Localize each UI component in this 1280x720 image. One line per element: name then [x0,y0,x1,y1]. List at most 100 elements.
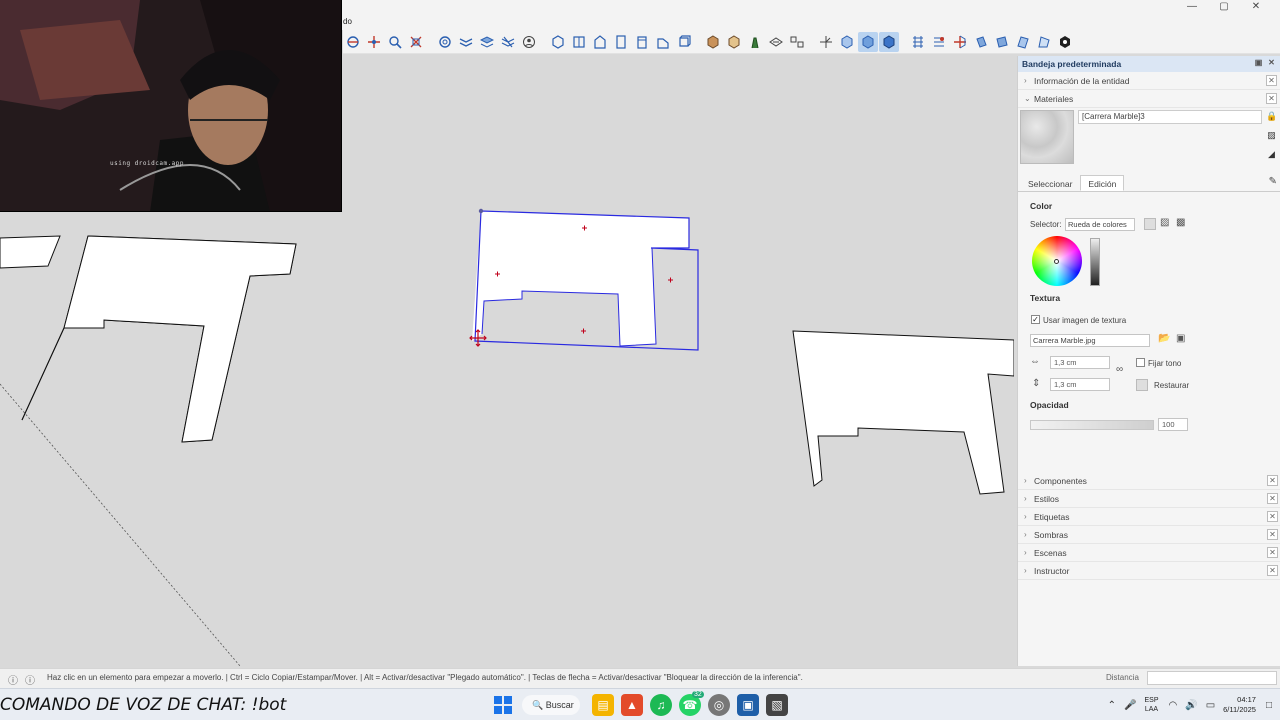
hidden-line-icon[interactable] [908,32,928,52]
minimize-button[interactable]: — [1176,0,1208,14]
back-view-icon[interactable] [632,32,652,52]
battery-icon[interactable]: ▭ [1206,700,1215,711]
match-screen-color-icon[interactable]: ▩ [1176,217,1185,228]
shadow-icon[interactable] [498,32,518,52]
orbit-icon[interactable] [343,32,363,52]
panel-shadows[interactable]: › Sombras ✕ [1018,526,1280,544]
tab-select[interactable]: Seleccionar [1020,175,1080,191]
close-icon[interactable]: ✕ [1267,529,1278,540]
match-model-color-icon[interactable]: ▨ [1160,217,1169,228]
brave-browser-icon[interactable]: ▲ [621,694,643,716]
right-view-icon[interactable] [611,32,631,52]
fix-tone-checkbox[interactable] [1136,358,1145,367]
follow-icon[interactable] [816,32,836,52]
person-icon[interactable] [519,32,539,52]
spotify-icon[interactable]: ♫ [650,694,672,716]
display-secondary-icon[interactable]: ◢ [1266,149,1277,160]
restore-button[interactable]: Restaurar [1154,381,1189,390]
tray-close-icon[interactable]: ✕ [1267,58,1276,68]
fog-icon[interactable] [1013,32,1033,52]
close-button[interactable]: ✕ [1240,0,1272,14]
iso-view-icon[interactable] [548,32,568,52]
volume-icon[interactable]: 🔊 [1185,700,1197,711]
pan-icon[interactable] [364,32,384,52]
use-texture-checkbox[interactable]: ✓ [1031,315,1040,324]
layout-app-icon[interactable]: ▧ [766,694,788,716]
measurements-input[interactable] [1147,671,1277,685]
texture-width-field[interactable]: 1,3 cm [1050,356,1110,369]
close-icon[interactable]: ✕ [1267,565,1278,576]
section-icon[interactable] [435,32,455,52]
browse-folder-icon[interactable]: 📂 [1158,333,1170,344]
monochrome-icon[interactable] [971,32,991,52]
zoom-icon[interactable] [385,32,405,52]
close-icon[interactable]: ✕ [1267,547,1278,558]
close-icon[interactable]: ✕ [1267,475,1278,486]
restore-swatch[interactable] [1136,379,1148,391]
textured-icon[interactable] [950,32,970,52]
material-icon[interactable] [745,32,765,52]
sections-fill-icon[interactable] [992,32,1012,52]
eyedropper-icon[interactable]: ✎ [1269,176,1277,187]
selected-countertop-shape[interactable] [472,211,689,346]
opacity-slider[interactable] [1030,420,1154,430]
close-icon[interactable]: ✕ [1267,511,1278,522]
obs-icon[interactable]: ◎ [708,694,730,716]
material-name-field[interactable]: [Carrera Marble]3 [1078,110,1262,124]
close-icon[interactable]: ✕ [1267,493,1278,504]
panel-components[interactable]: › Componentes ✕ [1018,472,1280,490]
close-icon[interactable]: ✕ [1266,75,1277,86]
panel-scenes[interactable]: › Escenas ✕ [1018,544,1280,562]
start-button[interactable] [492,694,514,716]
styles-icon[interactable] [456,32,476,52]
wireframe-icon[interactable] [879,31,899,52]
close-icon[interactable]: ✕ [1266,93,1277,104]
top-view-icon[interactable] [569,32,589,52]
left-view-icon[interactable] [653,32,673,52]
language-indicator[interactable]: ESP LAA [1144,696,1158,714]
panel-instructor[interactable]: › Instructor ✕ [1018,562,1280,580]
paint-icon[interactable] [724,32,744,52]
color-swatch[interactable] [1144,218,1156,230]
pin-icon[interactable]: ▣ [1254,58,1263,68]
shaded-icon[interactable] [929,32,949,52]
front-view-icon[interactable] [590,32,610,52]
edit-texture-icon[interactable]: ▣ [1176,333,1185,344]
sandbox-icon[interactable] [766,32,786,52]
material-thumbnail[interactable] [1020,110,1074,164]
file-explorer-icon[interactable]: ▤ [592,694,614,716]
countertop-shape-left-partial[interactable] [0,235,61,269]
texture-height-field[interactable]: 1,3 cm [1050,378,1110,391]
clock[interactable]: 04:17 6/11/2025 [1223,695,1256,715]
edges-icon[interactable] [1034,32,1054,52]
color-wheel-handle[interactable] [1054,259,1059,264]
box-icon[interactable] [674,32,694,52]
panel-materials[interactable]: ⌄ Materiales ✕ [1018,90,1280,108]
panel-styles[interactable]: › Estilos ✕ [1018,490,1280,508]
geolocation-icon[interactable]: ⓘ [8,672,18,687]
menu-fragment[interactable]: do [343,17,352,26]
zoom-extents-icon[interactable] [406,32,426,52]
xray-icon[interactable] [837,32,857,52]
layers-icon[interactable] [477,32,497,52]
brightness-slider[interactable] [1090,238,1100,286]
lock-icon[interactable]: 🔒 [1266,111,1277,122]
panel-tags[interactable]: › Etiquetas ✕ [1018,508,1280,526]
opacity-field[interactable]: 100 [1158,418,1188,431]
tab-edit[interactable]: Edición [1080,175,1125,191]
vertex-grip[interactable] [478,208,484,214]
back-edges-icon[interactable] [858,31,878,52]
notifications-icon[interactable]: □ [1266,700,1272,711]
taskbar-search[interactable]: 🔍 Buscar [522,695,580,715]
texture-file-field[interactable]: Carrera Marble.jpg [1030,334,1150,347]
component-icon[interactable] [703,32,723,52]
chevron-up-icon[interactable]: ⌃ [1108,700,1116,711]
microphone-icon[interactable]: 🎤 [1124,700,1136,711]
link-aspect-icon[interactable]: ∞ [1116,364,1123,375]
create-material-icon[interactable]: ▨ [1266,130,1277,141]
panel-entity-info[interactable]: › Información de la entidad ✕ [1018,72,1280,90]
extension-icon[interactable] [1055,32,1075,52]
move-icon[interactable] [787,32,807,52]
color-picker-select[interactable]: Rueda de colores [1065,218,1135,231]
maximize-button[interactable]: ▢ [1208,0,1240,14]
